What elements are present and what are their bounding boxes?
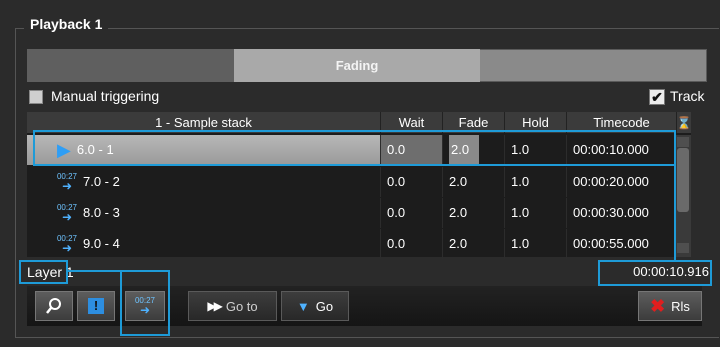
go-down-icon: ▼ — [296, 298, 310, 314]
hold-cell: 1.0 — [505, 229, 567, 259]
scroll-up-button[interactable] — [677, 137, 689, 147]
fast-forward-icon: ▶▶ — [207, 299, 223, 313]
highlight-connector — [66, 270, 122, 272]
search-icon — [46, 298, 61, 314]
cue-name-cell: 00:27 ➜ 9.0 - 4 — [27, 229, 381, 259]
cue-name-cell: 00:27 ➜ 8.0 - 3 — [27, 198, 381, 228]
go-button[interactable]: ▼ Go — [281, 291, 349, 321]
track-checkbox[interactable]: ✔ — [649, 89, 665, 105]
cue-name-cell: 00:27 ➜ 7.0 - 2 — [27, 167, 381, 197]
close-icon: ✖ — [650, 295, 666, 316]
hold-cell: 1.0 — [505, 198, 567, 228]
table-row[interactable]: 00:27 ➜ 7.0 - 2 0.0 2.0 1.0 00:00:20.000 — [27, 167, 691, 197]
release-label: Rls — [671, 298, 690, 314]
hourglass-icon[interactable]: ⌛ — [677, 112, 691, 133]
table-row[interactable]: 00:27 ➜ 8.0 - 3 0.0 2.0 1.0 00:00:30.000 — [27, 198, 691, 228]
scroll-down-button[interactable] — [677, 243, 689, 253]
wait-cell: 0.0 — [381, 229, 443, 259]
wait-cell: 0.0 — [381, 167, 443, 197]
highlight-selected-row — [33, 130, 676, 166]
table-row[interactable]: 00:27 ➜ 9.0 - 4 0.0 2.0 1.0 00:00:55.000 — [27, 229, 691, 259]
panel-title: Playback 1 — [24, 16, 109, 32]
highlight-connector — [674, 166, 676, 260]
timecode-trigger-icon: 00:27 ➜ — [56, 172, 78, 193]
info-button[interactable]: ! — [77, 291, 115, 321]
fade-progress-label: Fading — [335, 58, 379, 73]
fade-cell: 2.0 — [443, 167, 505, 197]
cue-name: 9.0 - 4 — [83, 236, 120, 251]
fade-cell: 2.0 — [443, 198, 505, 228]
go-label: Go — [315, 298, 334, 314]
highlight-timecode-button — [120, 270, 170, 336]
timecode-cell: 00:00:20.000 — [567, 167, 677, 197]
timecode-cell: 00:00:30.000 — [567, 198, 677, 228]
manual-triggering-label: Manual triggering — [51, 88, 160, 104]
info-icon: ! — [88, 298, 104, 314]
cue-name: 7.0 - 2 — [83, 174, 120, 189]
cue-name: 8.0 - 3 — [83, 205, 120, 220]
timecode-cell: 00:00:55.000 — [567, 229, 677, 259]
go-to-label: Go to — [225, 298, 258, 314]
release-button[interactable]: ✖ Rls — [638, 291, 702, 321]
fade-cell: 2.0 — [443, 229, 505, 259]
track-label: Track — [670, 88, 705, 104]
go-to-button[interactable]: ▶▶ Go to — [188, 291, 277, 321]
timecode-trigger-icon: 00:27 ➜ — [56, 234, 78, 255]
hold-cell: 1.0 — [505, 167, 567, 197]
wait-cell: 0.0 — [381, 198, 443, 228]
timecode-trigger-icon: 00:27 ➜ — [56, 203, 78, 224]
highlight-layer-label — [19, 260, 68, 284]
search-button[interactable] — [35, 291, 73, 321]
fade-progress-fill — [27, 49, 234, 82]
highlight-timecode-readout — [598, 260, 712, 286]
manual-triggering-checkbox[interactable] — [29, 90, 43, 104]
scroll-thumb[interactable] — [677, 148, 689, 212]
